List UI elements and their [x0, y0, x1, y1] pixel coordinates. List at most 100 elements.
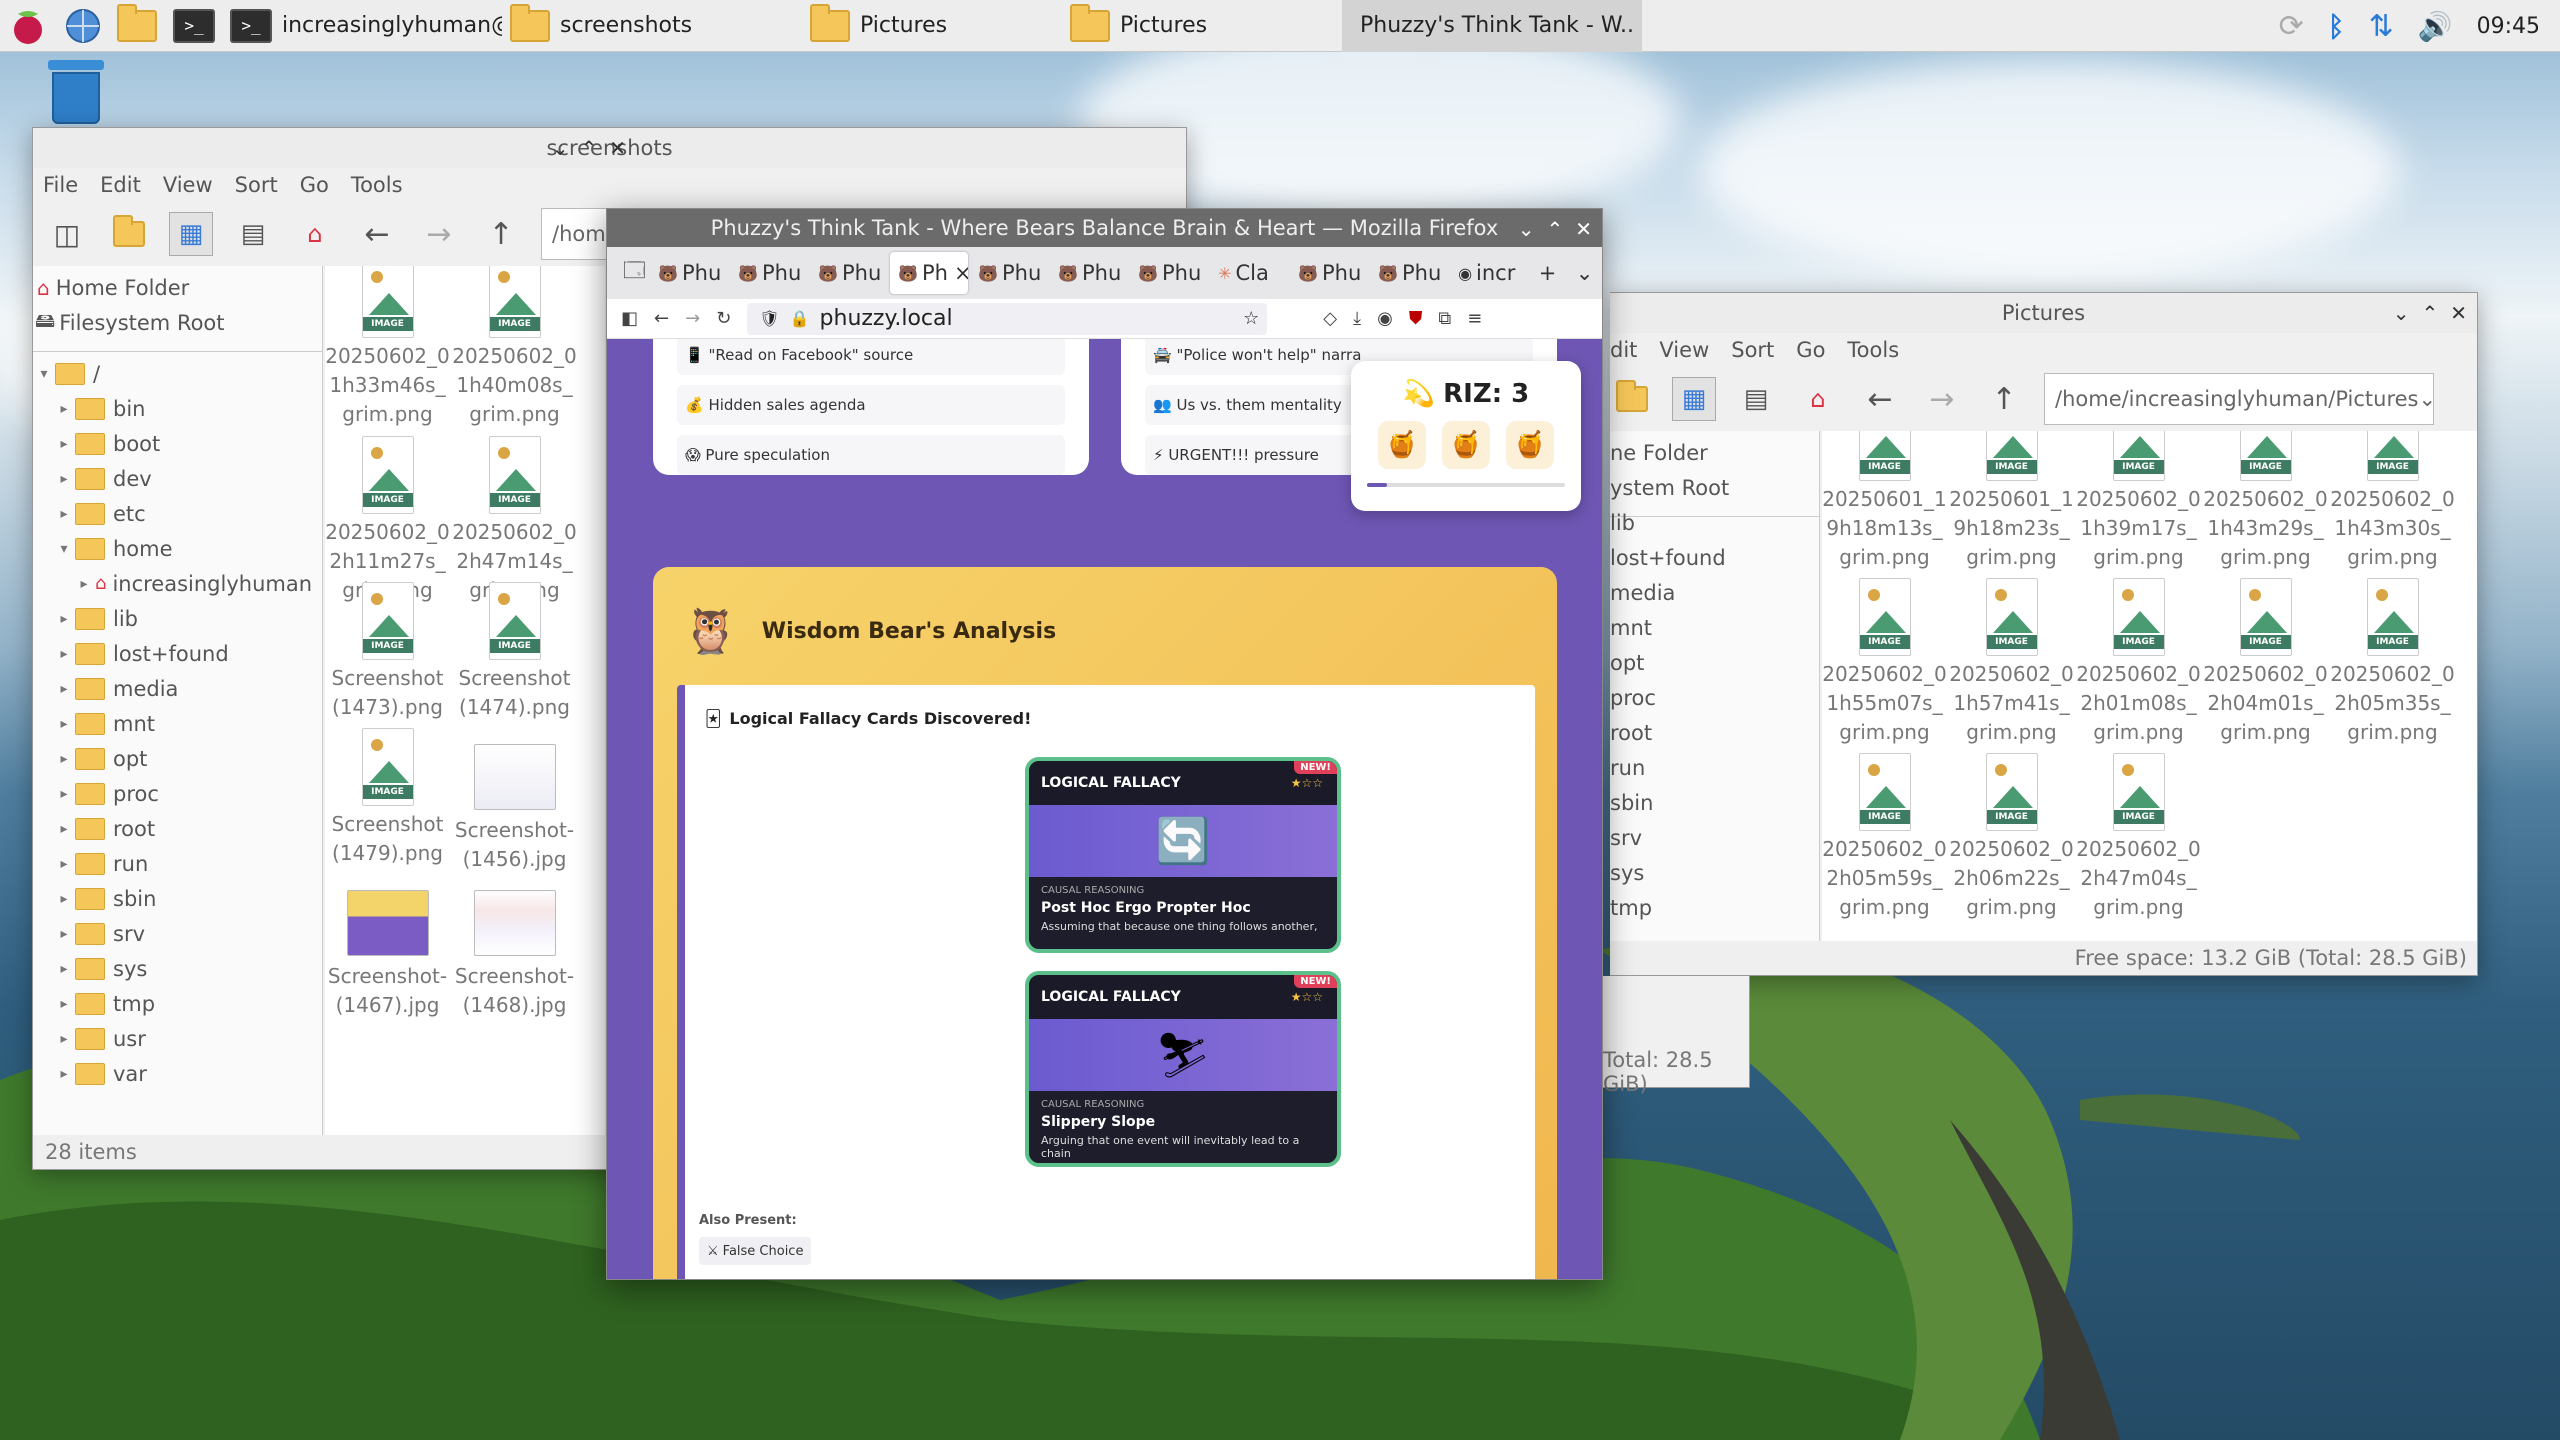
- browser-tab[interactable]: ✳ Cla: [1210, 252, 1288, 294]
- updates-icon[interactable]: ⟳: [2279, 9, 2304, 44]
- maximize-icon[interactable]: ⌃: [580, 136, 597, 160]
- side-pane-icon[interactable]: ◫: [45, 212, 89, 256]
- file-item[interactable]: IMAGE 20250602_0 2h05m59s_ grim.png: [1822, 753, 1947, 922]
- tree-item[interactable]: sbin: [1610, 785, 1819, 820]
- menu-sort[interactable]: Sort: [235, 173, 278, 197]
- browser-tab[interactable]: 🐻 Phu: [1050, 252, 1128, 294]
- file-item[interactable]: Screenshot- (1467).jpg: [325, 874, 450, 1020]
- file-item[interactable]: IMAGE 20250602_0 1h57m41s_ grim.png: [1949, 578, 2074, 747]
- task-firefox[interactable]: Phuzzy's Think Tank - W..: [1342, 0, 1642, 52]
- fallacy-card[interactable]: LOGICAL FALLACY ★☆☆ NEW! ⛷ CAUSAL REASONIN…: [1025, 971, 1341, 1167]
- file-item[interactable]: IMAGE Screenshot (1473).png: [325, 582, 450, 722]
- path-bar[interactable]: /home/increasinglyhuman/Pictures ⌄: [2044, 373, 2436, 425]
- file-item[interactable]: IMAGE20250602_02h47m14s_grim.png: [452, 436, 577, 605]
- file-item[interactable]: IMAGE 20250602_0 1h43m30s_ grim.png: [2330, 431, 2455, 572]
- menu-tools[interactable]: Tools: [351, 173, 403, 197]
- minimize-icon[interactable]: ⌄: [1518, 217, 1535, 241]
- task-screenshots[interactable]: screenshots: [502, 0, 782, 52]
- expander-icon[interactable]: ▸: [53, 436, 75, 452]
- close-icon[interactable]: ✕: [2450, 301, 2467, 325]
- expander-icon[interactable]: ▸: [53, 506, 75, 522]
- file-item[interactable]: IMAGE 20250602_0 2h01m08s_ grim.png: [2076, 578, 2201, 747]
- tree-item[interactable]: run: [1610, 750, 1819, 785]
- bluetooth-icon[interactable]: ᛒ: [2328, 10, 2345, 43]
- browser-tab[interactable]: 🐻 Phu: [730, 252, 808, 294]
- minimize-icon[interactable]: ⌄: [2393, 301, 2410, 325]
- tree-item[interactable]: ▸ lost+found: [33, 636, 322, 671]
- expander-icon[interactable]: ▸: [53, 751, 75, 767]
- back-icon[interactable]: ←: [1858, 377, 1902, 421]
- expander-icon[interactable]: ▸: [53, 471, 75, 487]
- new-tab-icon[interactable]: +: [1530, 252, 1565, 294]
- maximize-icon[interactable]: ⌃: [1546, 217, 1563, 241]
- expander-icon[interactable]: ▸: [53, 996, 75, 1012]
- close-icon[interactable]: ✕: [1575, 217, 1592, 241]
- file-item[interactable]: IMAGE 20250602_0 1h55m07s_ grim.png: [1822, 578, 1947, 747]
- expander-icon[interactable]: ▸: [53, 681, 75, 697]
- task-terminal[interactable]: >_increasinglyhuman@ras..: [222, 0, 502, 52]
- icon-view-icon[interactable]: ▦: [1672, 377, 1716, 421]
- clock[interactable]: 09:45: [2477, 14, 2540, 39]
- close-icon[interactable]: ✕: [609, 136, 626, 160]
- extensions-icon[interactable]: ⧉: [1438, 308, 1451, 329]
- tree-item[interactable]: ▸ ⌂ increasinglyhuman: [33, 566, 322, 601]
- downloads-icon[interactable]: ⤓: [1353, 308, 1361, 329]
- tree-item[interactable]: ▸ proc: [33, 776, 322, 811]
- tree-item[interactable]: ▸ sys: [33, 951, 322, 986]
- new-folder-icon[interactable]: [1610, 377, 1654, 421]
- menu-file[interactable]: File: [43, 173, 78, 197]
- tree-item[interactable]: tmp: [1610, 890, 1819, 925]
- browser-tab[interactable]: 🐻 Phu: [810, 252, 888, 294]
- fallacy-card[interactable]: LOGICAL FALLACY ★☆☆ NEW! 🔄 CAUSAL REASONIN…: [1025, 757, 1341, 953]
- task-pictures-1[interactable]: Pictures: [782, 0, 1062, 52]
- menu-view[interactable]: View: [1659, 338, 1709, 362]
- browser-tab[interactable]: 🐻 Phu: [1290, 252, 1368, 294]
- expander-icon[interactable]: ▾: [53, 541, 75, 557]
- browser-tab[interactable]: 🐻 Phu: [970, 252, 1048, 294]
- menu-icon[interactable]: ≡: [1467, 308, 1482, 329]
- tree-item[interactable]: root: [1610, 715, 1819, 750]
- file-item[interactable]: IMAGE 20250602_0 1h33m46s_ grim.png: [325, 266, 450, 429]
- list-view-icon[interactable]: ▤: [231, 212, 275, 256]
- expander-icon[interactable]: ▸: [53, 786, 75, 802]
- tree-item[interactable]: lost+found: [1610, 540, 1819, 575]
- expander-icon[interactable]: ▸: [53, 926, 75, 942]
- tree-item[interactable]: lib: [1610, 505, 1819, 540]
- sidebar-icon[interactable]: ◧: [621, 308, 638, 329]
- file-item[interactable]: IMAGE Screenshot (1474).png: [452, 582, 577, 722]
- network-icon[interactable]: ⇅: [2369, 9, 2394, 44]
- browser-tab[interactable]: 🐻 Phu: [1130, 252, 1208, 294]
- account-icon[interactable]: ◉: [1377, 308, 1393, 329]
- tree-item[interactable]: ▸ tmp: [33, 986, 322, 1021]
- forward-icon[interactable]: →: [417, 212, 461, 256]
- tree-item[interactable]: ▸ media: [33, 671, 322, 706]
- tree-item[interactable]: ▸ sbin: [33, 881, 322, 916]
- tree-item[interactable]: ▸ opt: [33, 741, 322, 776]
- chevron-down-icon[interactable]: ⌄: [2419, 387, 2445, 411]
- icon-view-icon[interactable]: ▦: [169, 212, 213, 256]
- expander-icon[interactable]: ▸: [53, 611, 75, 627]
- menu-edit[interactable]: dit: [1610, 338, 1637, 362]
- file-item[interactable]: IMAGE 20250602_0 1h39m17s_ grim.png: [2076, 431, 2201, 572]
- menu-view[interactable]: View: [163, 173, 213, 197]
- up-icon[interactable]: ↑: [479, 212, 523, 256]
- file-item[interactable]: IMAGE 20250601_1 9h18m23s_ grim.png: [1949, 431, 2074, 572]
- raspberry-menu-icon[interactable]: [0, 0, 56, 52]
- tree-item[interactable]: opt: [1610, 645, 1819, 680]
- place-home[interactable]: ne Folder: [1610, 435, 1819, 470]
- file-item[interactable]: IMAGE 20250602_0 2h06m22s_ grim.png: [1949, 753, 2074, 922]
- forward-icon[interactable]: →: [685, 308, 700, 329]
- expander-icon[interactable]: ▸: [73, 576, 95, 592]
- bookmark-star-icon[interactable]: ☆: [1243, 308, 1267, 329]
- file-item[interactable]: IMAGE20250602_02h11m27s_grim.png: [325, 436, 450, 605]
- expander-icon[interactable]: ▸: [53, 891, 75, 907]
- expander-icon[interactable]: ▸: [53, 961, 75, 977]
- expander-icon[interactable]: ▸: [53, 1066, 75, 1082]
- maximize-icon[interactable]: ⌃: [2421, 301, 2438, 325]
- file-item[interactable]: IMAGE 20250602_0 1h40m08s_ grim.png: [452, 266, 577, 429]
- up-icon[interactable]: ↑: [1982, 377, 2026, 421]
- task-pictures-2[interactable]: Pictures: [1062, 0, 1342, 52]
- url-bar[interactable]: 🛡 🔒 phuzzy.local ☆: [747, 302, 1268, 335]
- tree-item[interactable]: ▸ usr: [33, 1021, 322, 1056]
- window-titlebar[interactable]: Pictures ⌄ ⌃ ✕: [1610, 293, 2477, 333]
